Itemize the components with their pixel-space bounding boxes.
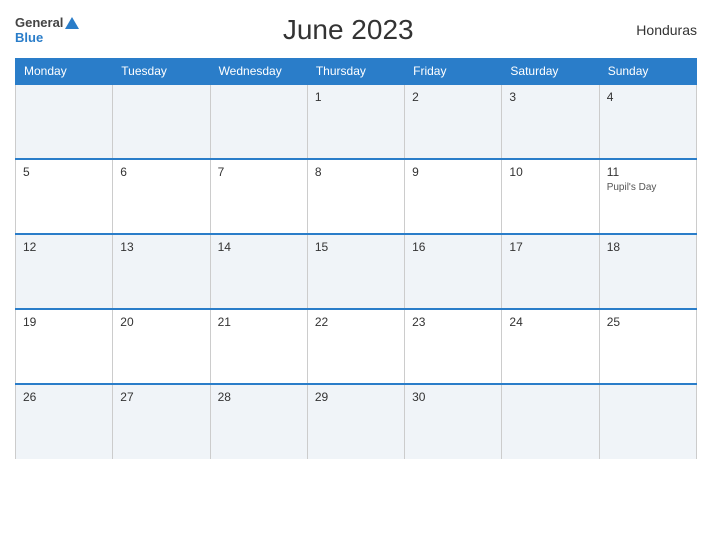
calendar-cell: 3 <box>502 84 599 159</box>
calendar-cell: 21 <box>210 309 307 384</box>
calendar-cell: 26 <box>16 384 113 459</box>
calendar-cell <box>16 84 113 159</box>
calendar-cell: 17 <box>502 234 599 309</box>
calendar-cell: 29 <box>307 384 404 459</box>
col-tuesday: Tuesday <box>113 59 210 85</box>
day-number: 3 <box>509 90 591 104</box>
day-number: 28 <box>218 390 300 404</box>
day-number: 10 <box>509 165 591 179</box>
calendar-cell: 28 <box>210 384 307 459</box>
logo: General Blue <box>15 15 79 45</box>
calendar-cell: 8 <box>307 159 404 234</box>
day-number: 15 <box>315 240 397 254</box>
logo-blue-text: Blue <box>15 30 43 45</box>
day-number: 7 <box>218 165 300 179</box>
calendar-cell <box>113 84 210 159</box>
col-monday: Monday <box>16 59 113 85</box>
day-number: 22 <box>315 315 397 329</box>
calendar-cell: 18 <box>599 234 696 309</box>
calendar-cell: 15 <box>307 234 404 309</box>
col-saturday: Saturday <box>502 59 599 85</box>
calendar-cell: 2 <box>405 84 502 159</box>
calendar-week-5: 26 27 28 29 30 <box>16 384 697 459</box>
calendar-cell: 12 <box>16 234 113 309</box>
day-number: 29 <box>315 390 397 404</box>
calendar-cell: 16 <box>405 234 502 309</box>
logo-triangle-icon <box>65 17 79 29</box>
calendar-page: General Blue June 2023 Honduras Monday T… <box>0 0 712 550</box>
day-number: 20 <box>120 315 202 329</box>
day-number: 12 <box>23 240 105 254</box>
day-number: 4 <box>607 90 689 104</box>
calendar-cell: 20 <box>113 309 210 384</box>
day-number: 6 <box>120 165 202 179</box>
calendar-week-2: 5 6 7 8 9 10 11 Pupil's Day <box>16 159 697 234</box>
day-number: 26 <box>23 390 105 404</box>
day-number: 8 <box>315 165 397 179</box>
day-number: 14 <box>218 240 300 254</box>
day-number: 27 <box>120 390 202 404</box>
calendar-week-3: 12 13 14 15 16 17 18 <box>16 234 697 309</box>
day-number: 16 <box>412 240 494 254</box>
calendar-cell: 10 <box>502 159 599 234</box>
calendar-cell: 6 <box>113 159 210 234</box>
calendar-cell: 7 <box>210 159 307 234</box>
day-number: 21 <box>218 315 300 329</box>
day-number: 13 <box>120 240 202 254</box>
country-label: Honduras <box>617 22 697 38</box>
calendar-week-4: 19 20 21 22 23 24 25 <box>16 309 697 384</box>
calendar-cell: 11 Pupil's Day <box>599 159 696 234</box>
calendar-cell: 22 <box>307 309 404 384</box>
day-number: 24 <box>509 315 591 329</box>
calendar-cell: 27 <box>113 384 210 459</box>
calendar-cell: 5 <box>16 159 113 234</box>
calendar-header-row: Monday Tuesday Wednesday Thursday Friday… <box>16 59 697 85</box>
day-number: 11 <box>607 165 689 179</box>
calendar-cell: 9 <box>405 159 502 234</box>
calendar-cell: 19 <box>16 309 113 384</box>
col-friday: Friday <box>405 59 502 85</box>
logo-general-text: General <box>15 15 63 30</box>
calendar-cell: 24 <box>502 309 599 384</box>
logo-line: General <box>15 15 79 30</box>
day-number: 30 <box>412 390 494 404</box>
calendar-cell: 30 <box>405 384 502 459</box>
day-number: 2 <box>412 90 494 104</box>
col-wednesday: Wednesday <box>210 59 307 85</box>
calendar-cell: 1 <box>307 84 404 159</box>
col-thursday: Thursday <box>307 59 404 85</box>
calendar-table: Monday Tuesday Wednesday Thursday Friday… <box>15 58 697 459</box>
calendar-cell: 4 <box>599 84 696 159</box>
day-number: 19 <box>23 315 105 329</box>
calendar-cell <box>210 84 307 159</box>
day-number: 18 <box>607 240 689 254</box>
event-label: Pupil's Day <box>607 182 689 193</box>
day-number: 5 <box>23 165 105 179</box>
calendar-cell: 13 <box>113 234 210 309</box>
calendar-cell: 23 <box>405 309 502 384</box>
day-number: 25 <box>607 315 689 329</box>
calendar-cell <box>502 384 599 459</box>
day-number: 17 <box>509 240 591 254</box>
calendar-cell <box>599 384 696 459</box>
calendar-title: June 2023 <box>79 14 617 46</box>
day-number: 23 <box>412 315 494 329</box>
day-number: 1 <box>315 90 397 104</box>
calendar-cell: 14 <box>210 234 307 309</box>
header: General Blue June 2023 Honduras <box>15 10 697 50</box>
day-number: 9 <box>412 165 494 179</box>
calendar-week-1: 1 2 3 4 <box>16 84 697 159</box>
col-sunday: Sunday <box>599 59 696 85</box>
calendar-cell: 25 <box>599 309 696 384</box>
